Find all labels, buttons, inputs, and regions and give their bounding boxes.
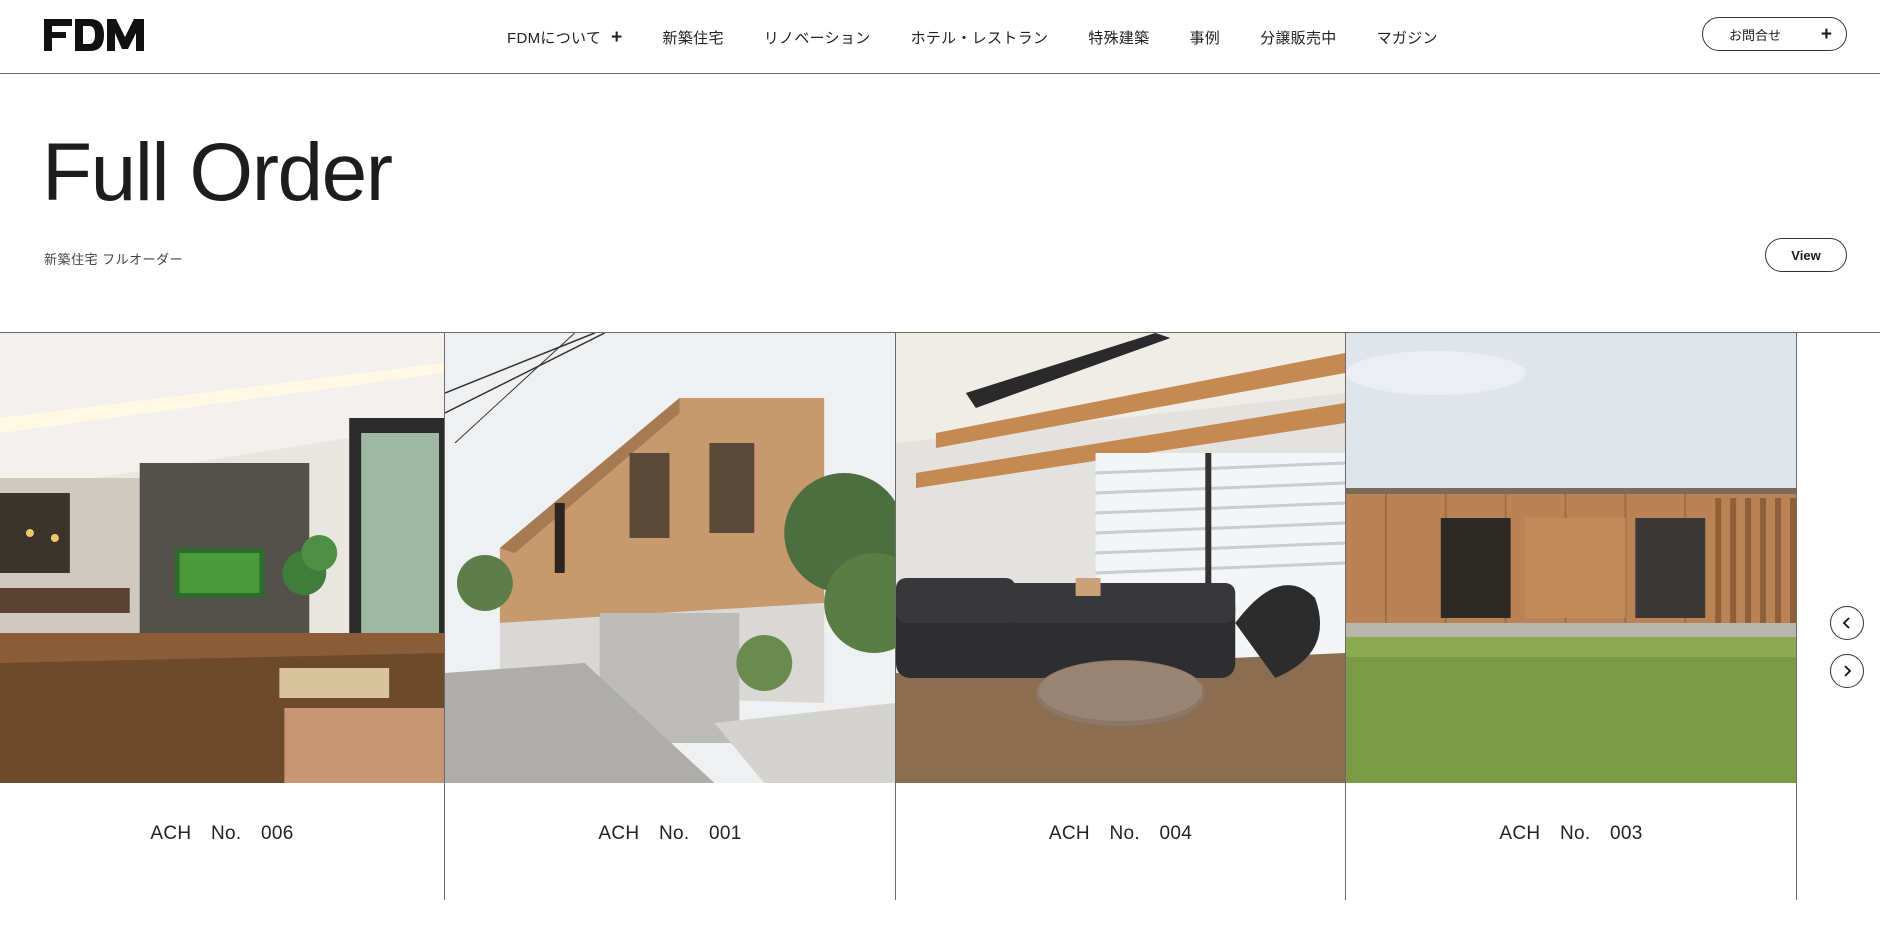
nav-item-label: 事例 — [1189, 29, 1221, 47]
nav-item-cases[interactable]: 事例 — [1189, 27, 1220, 48]
project-card[interactable]: ACH No. 006 — [0, 333, 445, 900]
nav-item-for-sale[interactable]: 分譲販売中 — [1260, 27, 1337, 48]
project-card-label: ACH No. 003 — [1499, 823, 1643, 844]
nav-item-hotel-restaurant[interactable]: ホテル・レストラン — [911, 27, 1049, 48]
slider-next-button[interactable] — [1830, 654, 1864, 688]
nav-item-about[interactable]: FDMについて + — [507, 27, 623, 48]
project-card[interactable]: ACH No. 003 — [1346, 333, 1797, 900]
contact-button-label: お問合せ — [1729, 27, 1782, 43]
plus-icon: + — [611, 26, 623, 48]
project-card-label: ACH No. 001 — [598, 823, 742, 844]
chevron-left-icon — [1842, 617, 1850, 629]
nav-item-label: リノベーション — [763, 29, 871, 47]
chevron-right-icon — [1844, 665, 1852, 677]
nav-item-new-house[interactable]: 新築住宅 — [663, 27, 724, 48]
project-photo-house-lawn — [1346, 333, 1796, 783]
plus-icon: + — [1820, 23, 1832, 45]
project-photo-living-room — [0, 333, 444, 783]
nav-item-special-architecture[interactable]: 特殊建築 — [1088, 27, 1149, 48]
nav-item-renovation[interactable]: リノベーション — [764, 27, 871, 48]
nav-item-label: 新築住宅 — [662, 29, 724, 47]
nav-item-label: 分譲販売中 — [1260, 29, 1337, 47]
project-card[interactable]: ACH No. 004 — [896, 333, 1346, 900]
project-photo-sofa-room — [896, 333, 1345, 783]
page-subtitle: 新築住宅 フルオーダー — [44, 252, 184, 267]
main-nav: FDMについて + 新築住宅 リノベーション ホテル・レストラン 特殊建築 事例… — [507, 0, 1478, 74]
site-header: FDMについて + 新築住宅 リノベーション ホテル・レストラン 特殊建築 事例… — [0, 0, 1880, 74]
page-title: Full Order — [42, 127, 393, 218]
view-button[interactable]: View — [1765, 238, 1847, 272]
project-card-label: ACH No. 004 — [1048, 823, 1193, 844]
slider-prev-button[interactable] — [1830, 606, 1864, 640]
project-photo-exterior — [445, 333, 895, 783]
nav-item-label: FDMについて — [507, 29, 602, 47]
nav-item-label: ホテル・レストラン — [910, 29, 1049, 47]
project-card-label: ACH No. 006 — [150, 823, 294, 844]
nav-item-label: マガジン — [1376, 29, 1438, 47]
project-card[interactable]: ACH No. 001 — [445, 333, 896, 900]
contact-button[interactable]: お問合せ + — [1702, 17, 1847, 51]
fdm-logo[interactable] — [44, 19, 144, 51]
nav-item-label: 特殊建築 — [1088, 29, 1150, 47]
nav-item-magazine[interactable]: マガジン — [1377, 27, 1438, 48]
